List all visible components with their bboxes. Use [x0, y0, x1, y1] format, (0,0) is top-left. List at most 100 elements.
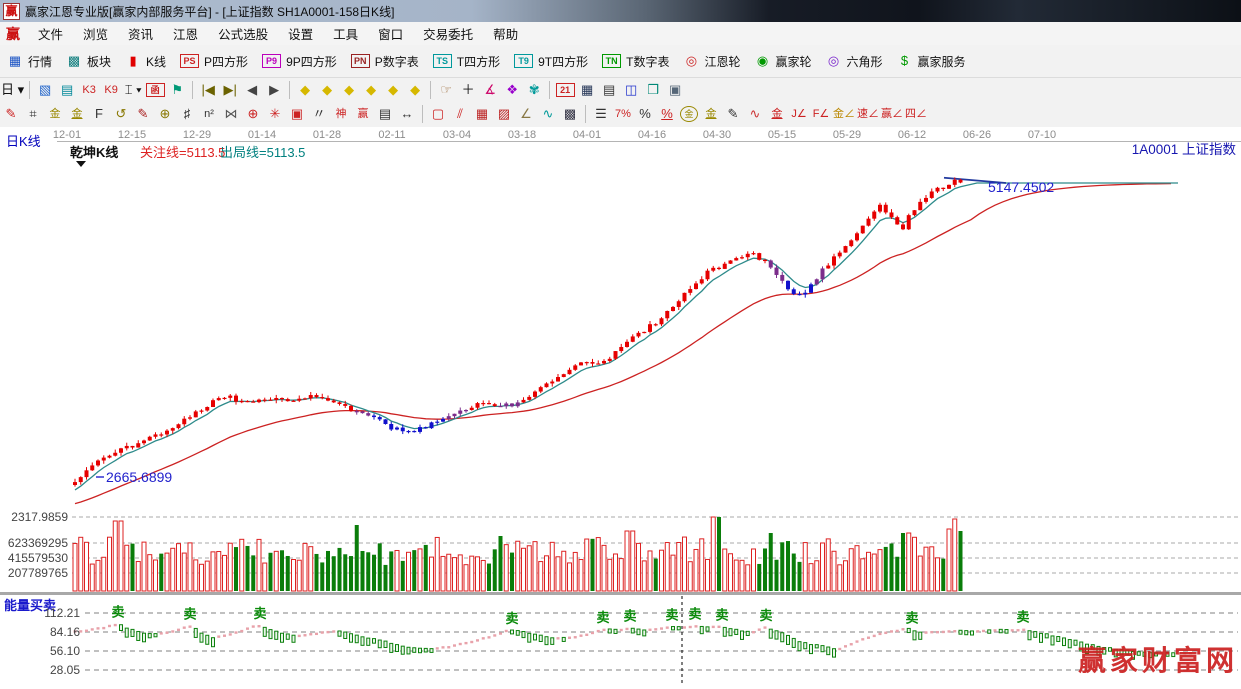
region-zoom-icon: ▧ [37, 82, 53, 98]
m-lines-button[interactable]: 〃 [309, 104, 329, 124]
pen-ink-button[interactable]: ✎ [723, 104, 743, 124]
diagonal-box-button[interactable]: ▨ [494, 104, 514, 124]
angle-four-button[interactable]: 四∠ [905, 104, 927, 124]
angle-f-button[interactable]: F∠ [811, 104, 831, 124]
crosshair-button[interactable]: ＋ [458, 80, 478, 100]
calculator-button[interactable]: ▦ [577, 80, 597, 100]
percent-line-button[interactable]: % [657, 104, 677, 124]
spiral-button[interactable]: ↺ [111, 104, 131, 124]
wave-analysis-button[interactable]: ✾ [524, 80, 544, 100]
percent-button[interactable]: % [635, 104, 655, 124]
kline-small-9-button[interactable]: K9 [101, 80, 121, 100]
region-zoom-button[interactable]: ▧ [35, 80, 55, 100]
grid-box-button[interactable]: ▦ [472, 104, 492, 124]
n-square-button[interactable]: n² [199, 104, 219, 124]
grid-horizontal-button[interactable]: ⌗ [23, 104, 43, 124]
web-red-button[interactable]: ✳ [265, 104, 285, 124]
quote-table-button[interactable]: ▦行情 [0, 51, 59, 72]
f-line-button[interactable]: F [89, 104, 109, 124]
box-tool-button[interactable]: ▢ [428, 104, 448, 124]
kline-chart-svg[interactable]: 卖卖卖卖卖卖卖卖卖卖卖卖12-0112-1512-2901-1401-2802-… [0, 127, 1241, 684]
web-export-button[interactable]: ❒ [643, 80, 663, 100]
god-line-button[interactable]: 神 [331, 104, 351, 124]
square-spiral-button[interactable]: ▣ [287, 104, 307, 124]
gann-wheel-button[interactable]: ◎江恩轮 [676, 51, 747, 72]
diamond-collapse-h-button[interactable]: ◆ [361, 80, 381, 100]
angle-speed-button[interactable]: 速∠ [857, 104, 879, 124]
menu-交易委托[interactable]: 交易委托 [413, 21, 483, 46]
winner-service-button[interactable]: $赢家服务 [890, 51, 973, 72]
winner-wheel-button[interactable]: ◉赢家轮 [747, 51, 818, 72]
gold-line-2-button[interactable]: 金 [67, 104, 87, 124]
t-number-table-button[interactable]: TNT数字表 [595, 51, 676, 72]
t9-square-button[interactable]: T99T四方形 [507, 51, 595, 72]
quote-table-label: 行情 [28, 53, 52, 70]
diamond-shift-right-button[interactable]: ◆ [317, 80, 337, 100]
memo-button[interactable]: ▤ [599, 80, 619, 100]
p9-square-button[interactable]: P99P四方形 [255, 51, 344, 72]
kline-style-dropdown-button[interactable]: 日 ▾ [1, 80, 24, 100]
wave-draw-button[interactable]: ∿ [538, 104, 558, 124]
save-button[interactable]: ◫ [621, 80, 641, 100]
hash-lines-button[interactable]: ♯ [177, 104, 197, 124]
menu-文件[interactable]: 文件 [28, 21, 73, 46]
menu-设置[interactable]: 设置 [278, 21, 323, 46]
win-line-button[interactable]: 赢 [353, 104, 373, 124]
kline-style-name[interactable]: 乾坤K线 [70, 145, 118, 160]
menu-江恩[interactable]: 江恩 [163, 21, 208, 46]
color-flag-button[interactable]: ⚑ [167, 80, 187, 100]
gold-line-1-button[interactable]: 金 [45, 104, 65, 124]
t-square-button[interactable]: TST四方形 [426, 51, 507, 72]
percent-7-button[interactable]: 7% [613, 104, 633, 124]
angle-draw-button[interactable]: ∠ [516, 104, 536, 124]
fan-lines-button[interactable]: ⫽ [450, 104, 470, 124]
angle-j-button[interactable]: J∠ [789, 104, 809, 124]
angle-gold-button[interactable]: 金∠ [833, 104, 855, 124]
formula-editor-button[interactable]: 函 [145, 80, 165, 100]
angle-win-button[interactable]: 赢∠ [881, 104, 903, 124]
mirror-angle-button[interactable]: ⋈ [221, 104, 241, 124]
target-red-button[interactable]: ⊕ [243, 104, 263, 124]
menu-公式选股[interactable]: 公式选股 [208, 21, 278, 46]
drag-hand-button[interactable]: ☞ [436, 80, 456, 100]
kline-single-dropdown-button[interactable]: ⌶ ▾ [123, 80, 143, 100]
ruler-123-button[interactable]: ▤ [375, 104, 395, 124]
menu-帮助[interactable]: 帮助 [483, 21, 528, 46]
menu-浏览[interactable]: 浏览 [73, 21, 118, 46]
p-number-table-button[interactable]: PNP数字表 [344, 51, 426, 72]
formula-editor-icon: 函 [146, 83, 165, 97]
menu-资讯[interactable]: 资讯 [118, 21, 163, 46]
gold-circle-button[interactable]: 金 [679, 104, 699, 124]
kline-style-dropdown-arrow[interactable] [76, 161, 86, 167]
info-board-button[interactable]: ▤ [57, 80, 77, 100]
pen-red-2-button[interactable]: ✎ [133, 104, 153, 124]
sector-blocks-button[interactable]: ▩板块 [59, 51, 118, 72]
gold-underline-button[interactable]: 金 [701, 104, 721, 124]
angle-measure-button[interactable]: ∡ [480, 80, 500, 100]
menu-窗口[interactable]: 窗口 [368, 21, 413, 46]
diamond-expand-all-button[interactable]: ◆ [383, 80, 403, 100]
circle-gann-button[interactable]: ⊕ [155, 104, 175, 124]
step-back-button[interactable]: ◀ [242, 80, 262, 100]
kline-button[interactable]: ▮K线 [118, 51, 173, 72]
hexagon-button[interactable]: ◎六角形 [819, 51, 890, 72]
scale-steps-button[interactable]: ☰ [591, 104, 611, 124]
p-square-button[interactable]: PSP四方形 [173, 51, 255, 72]
jump-first-button[interactable]: |◀ [198, 80, 218, 100]
pen-red-button[interactable]: ✎ [1, 104, 21, 124]
wave-a-button[interactable]: ∿ [745, 104, 765, 124]
print-button[interactable]: ▣ [665, 80, 685, 100]
diamond-expand-h-button[interactable]: ◆ [339, 80, 359, 100]
calendar-button[interactable]: 21 [555, 80, 575, 100]
gann-shape-button[interactable]: ❖ [502, 80, 522, 100]
width-arrows-button[interactable]: ↔ [397, 104, 417, 124]
kline-small-3-button[interactable]: K3 [79, 80, 99, 100]
menu-工具[interactable]: 工具 [323, 21, 368, 46]
jump-last-button[interactable]: ▶| [220, 80, 240, 100]
diamond-shift-left-button[interactable]: ◆ [295, 80, 315, 100]
chart-area[interactable]: 卖卖卖卖卖卖卖卖卖卖卖卖12-0112-1512-2901-1401-2802-… [0, 127, 1241, 684]
diamond-collapse-all-button[interactable]: ◆ [405, 80, 425, 100]
gold-red-button[interactable]: 金 [767, 104, 787, 124]
grid-dark-button[interactable]: ▩ [560, 104, 580, 124]
step-forward-button[interactable]: ▶ [264, 80, 284, 100]
